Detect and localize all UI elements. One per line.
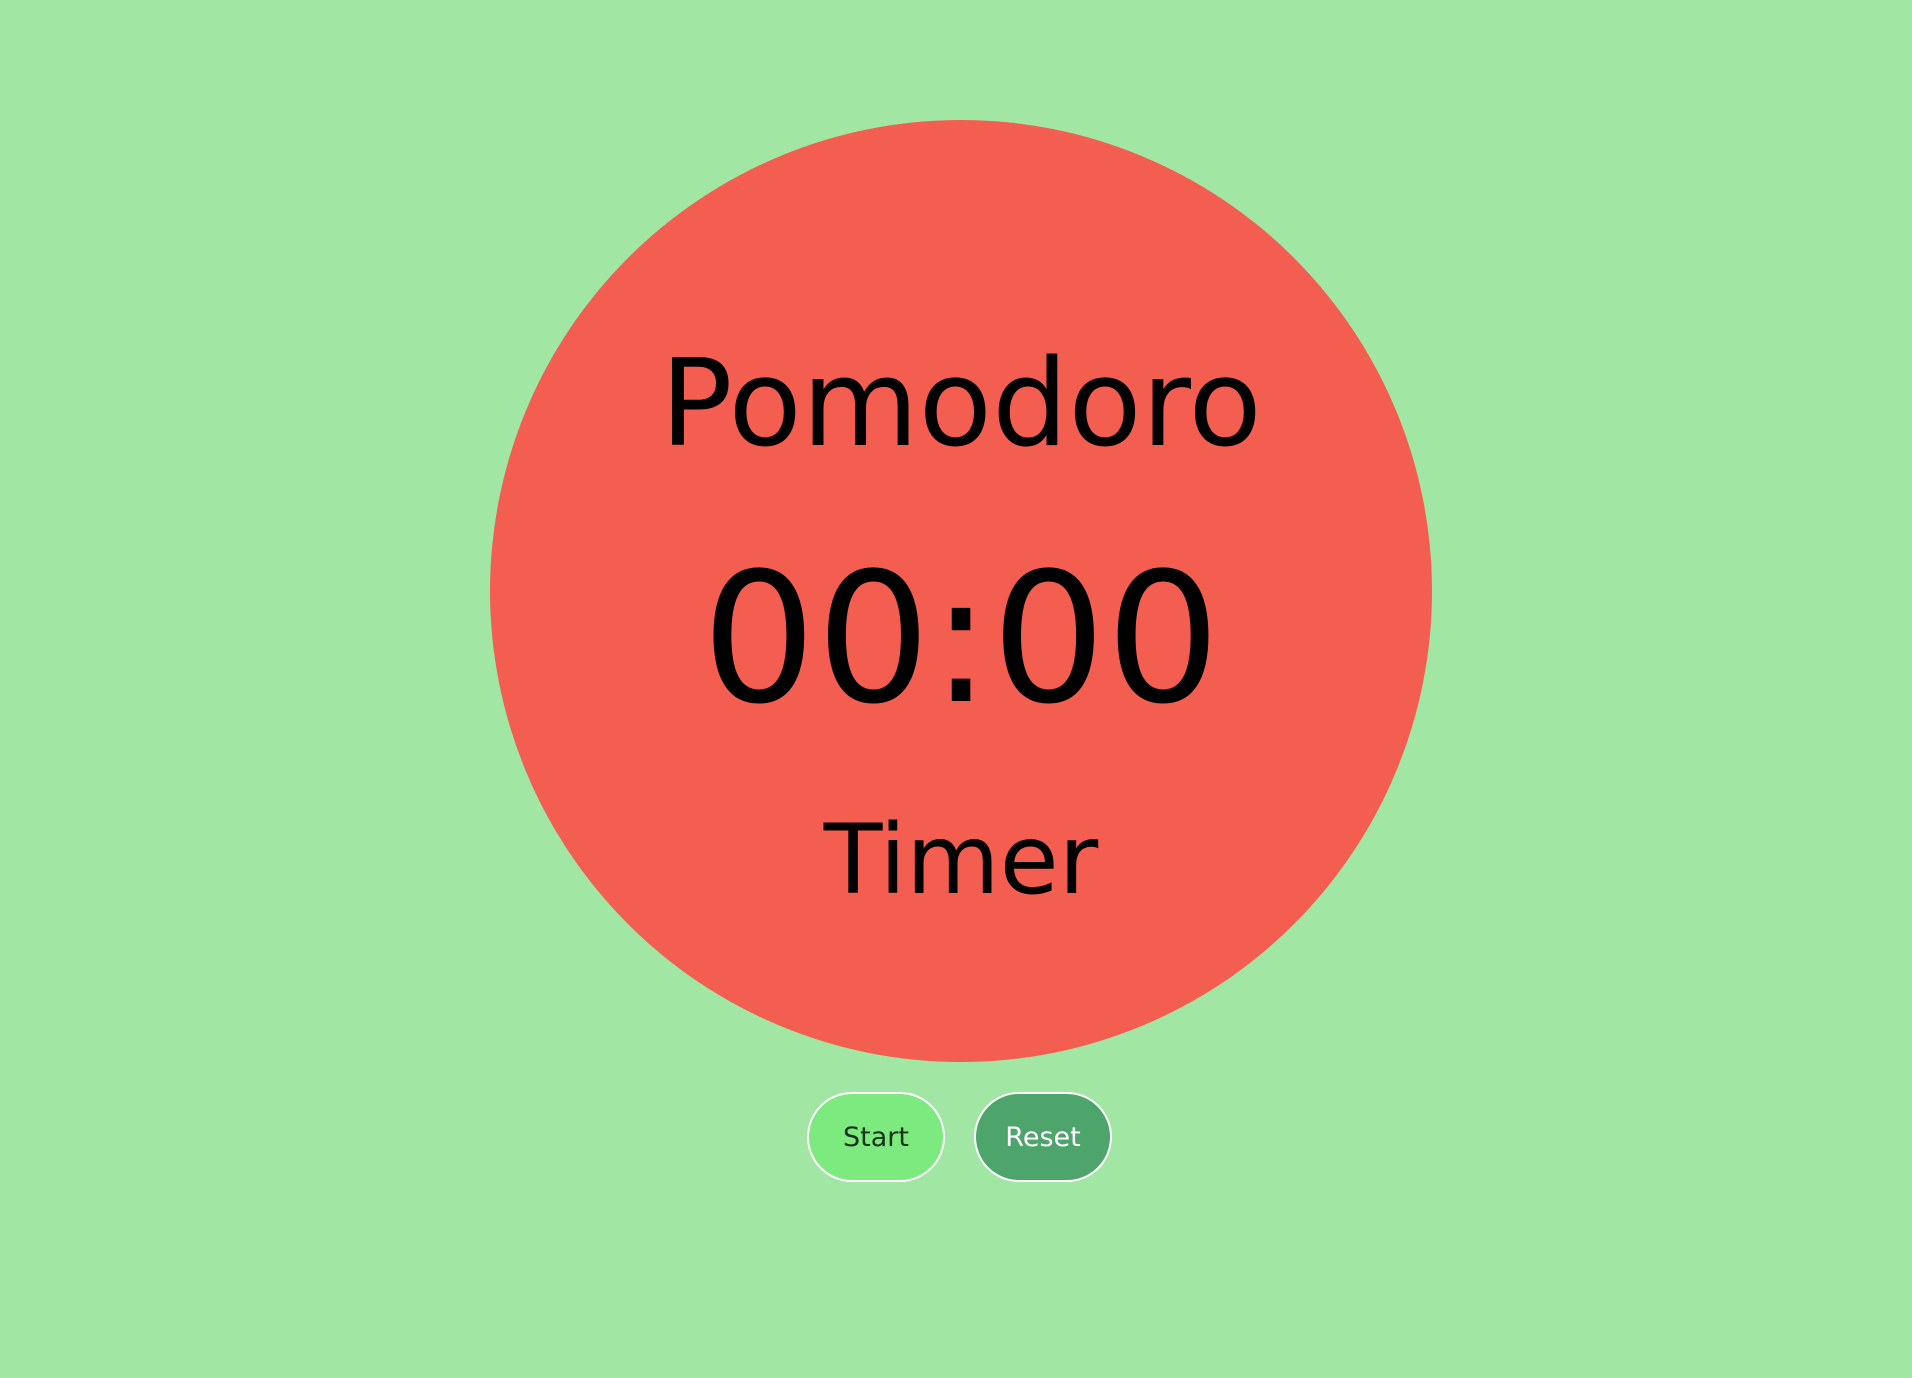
start-button[interactable]: Start [807,1092,945,1182]
timer-title: Pomodoro [660,335,1262,474]
timer-subtitle: Timer [823,804,1099,916]
timer-circle: Pomodoro 00:00 Timer [490,120,1432,1062]
timer-controls: Start Reset [807,1092,1114,1184]
pomodoro-page: Pomodoro 00:00 Timer Start Reset [0,0,1912,1378]
reset-button[interactable]: Reset [974,1092,1112,1182]
timer-display: 00:00 [701,535,1221,744]
